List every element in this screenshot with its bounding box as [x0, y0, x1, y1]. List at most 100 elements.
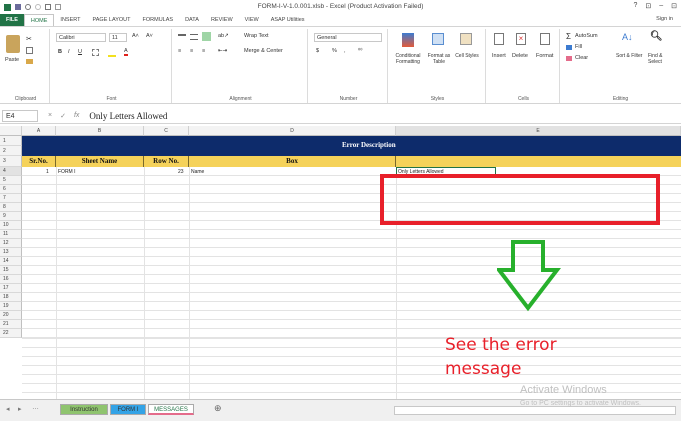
scroll-tabs-right-icon[interactable]: ▸	[18, 405, 22, 413]
cell-b4[interactable]: FORM I	[58, 169, 76, 175]
row-header[interactable]: 20	[0, 311, 22, 320]
cell-styles-button[interactable]: Cell Styles	[454, 53, 480, 59]
align-left-icon[interactable]: ≡	[178, 48, 181, 54]
row-header[interactable]: 17	[0, 284, 22, 293]
font-color-icon[interactable]: A	[124, 48, 128, 56]
format-as-table-button[interactable]: Format as Table	[426, 53, 452, 65]
cell-c4[interactable]: 23	[178, 169, 184, 175]
comma-button[interactable]: ,	[344, 48, 346, 54]
row-header[interactable]: 1	[0, 136, 22, 146]
row-header[interactable]: 2	[0, 146, 22, 156]
sheet-tab-instruction[interactable]: Instruction	[60, 404, 108, 415]
name-box[interactable]: E4	[2, 109, 38, 122]
sign-in-link[interactable]: Sign in	[656, 16, 673, 22]
column-header-d[interactable]: D	[189, 126, 396, 136]
paste-button[interactable]: Paste	[5, 57, 19, 63]
percent-button[interactable]: %	[332, 48, 337, 54]
formula-input[interactable]: Only Letters Allowed	[89, 111, 167, 121]
fill-icon[interactable]	[566, 45, 572, 50]
row-header[interactable]: 9	[0, 212, 22, 221]
clear-icon[interactable]	[566, 56, 572, 61]
align-right-icon[interactable]: ≡	[202, 48, 205, 54]
shrink-font-icon[interactable]: A˅	[146, 33, 153, 39]
tab-view[interactable]: VIEW	[239, 14, 265, 26]
cancel-entry-icon[interactable]: ×	[48, 112, 52, 120]
sheet-tab-messages[interactable]: MESSAGES	[148, 404, 194, 415]
row-header[interactable]: 7	[0, 194, 22, 203]
worksheet-grid[interactable]: A B C D E 1 2 3 4 5 6 7 8 9 10 11 12 13 14 15 16 17 18 19 2…	[0, 126, 681, 399]
sort-filter-button[interactable]: Sort & Filter	[616, 53, 642, 59]
merge-center-button[interactable]: Merge & Center	[244, 48, 283, 54]
minimize-button[interactable]: –	[659, 2, 663, 10]
paste-icon[interactable]	[6, 35, 20, 53]
bold-button[interactable]: B	[58, 49, 62, 55]
autosum-icon[interactable]: Σ	[566, 32, 571, 41]
row-header[interactable]: 12	[0, 239, 22, 248]
italic-button[interactable]: I	[68, 49, 70, 55]
number-format-select[interactable]: General	[314, 33, 382, 42]
row-header[interactable]: 15	[0, 266, 22, 275]
tab-file[interactable]: FILE	[0, 14, 24, 26]
confirm-entry-icon[interactable]: ✓	[60, 112, 66, 120]
cell-d4[interactable]: Name	[191, 169, 204, 175]
insert-cells-button[interactable]: Insert	[492, 53, 506, 59]
scroll-tabs-left-icon[interactable]: ◂	[6, 405, 10, 413]
cell-styles-icon[interactable]	[460, 33, 472, 45]
decimal-icon[interactable]: ⁰⁰	[358, 48, 362, 54]
font-size-select[interactable]: 11	[109, 33, 127, 42]
row-header[interactable]: 18	[0, 293, 22, 302]
format-table-icon[interactable]	[432, 33, 444, 45]
row-header[interactable]: 10	[0, 221, 22, 230]
sort-filter-icon[interactable]: A↓	[622, 32, 633, 42]
tab-page-layout[interactable]: PAGE LAYOUT	[87, 14, 137, 26]
tab-data[interactable]: DATA	[179, 14, 205, 26]
orientation-icon[interactable]: ab↗	[218, 33, 229, 39]
wrap-text-button[interactable]: Wrap Text	[244, 33, 269, 39]
row-header[interactable]: 19	[0, 302, 22, 311]
cell-a4[interactable]: 1	[46, 169, 49, 175]
tab-formulas[interactable]: FORMULAS	[137, 14, 180, 26]
font-name-select[interactable]: Calibri	[56, 33, 106, 42]
ribbon-display-button[interactable]: ⊡	[645, 2, 651, 10]
find-select-icon[interactable]: 🔍︎	[650, 31, 663, 42]
insert-function-icon[interactable]: fx	[74, 112, 79, 120]
row-header[interactable]: 13	[0, 248, 22, 257]
align-center-icon[interactable]: ≡	[190, 48, 193, 54]
row-header[interactable]: 6	[0, 185, 22, 194]
indent-icon[interactable]: ⇤⇥	[218, 48, 227, 54]
insert-cells-icon[interactable]	[494, 33, 504, 45]
new-sheet-icon[interactable]: ⊕	[214, 403, 222, 414]
sheet-tab-form-i[interactable]: FORM I	[110, 404, 146, 415]
align-bottom-icon[interactable]	[202, 32, 211, 41]
tab-home[interactable]: HOME	[23, 14, 55, 26]
align-top-icon[interactable]	[178, 34, 186, 40]
row-header[interactable]: 22	[0, 329, 22, 338]
fill-color-icon[interactable]	[108, 49, 116, 57]
row-header[interactable]: 4	[0, 167, 22, 176]
column-header-e[interactable]: E	[396, 126, 681, 136]
row-header[interactable]: 21	[0, 320, 22, 329]
autosum-button[interactable]: AutoSum	[575, 33, 598, 39]
more-tabs-icon[interactable]: …	[32, 404, 39, 411]
format-cells-button[interactable]: Format	[536, 53, 553, 59]
help-button[interactable]: ?	[633, 2, 637, 10]
row-header[interactable]: 16	[0, 275, 22, 284]
currency-button[interactable]: $	[316, 48, 319, 54]
find-select-button[interactable]: Find & Select	[648, 53, 676, 65]
horizontal-scrollbar[interactable]	[394, 406, 676, 415]
tab-review[interactable]: REVIEW	[205, 14, 239, 26]
column-header-a[interactable]: A	[22, 126, 56, 136]
row-header[interactable]: 5	[0, 176, 22, 185]
conditional-formatting-icon[interactable]	[402, 33, 414, 47]
grow-font-icon[interactable]: A˄	[132, 33, 139, 39]
format-cells-icon[interactable]	[540, 33, 550, 45]
tab-asap-utilities[interactable]: ASAP Utilities	[265, 14, 311, 26]
restore-button[interactable]: ⊡	[671, 2, 677, 10]
copy-icon[interactable]	[26, 47, 33, 54]
column-header-c[interactable]: C	[144, 126, 189, 136]
delete-cells-button[interactable]: Delete	[512, 53, 528, 59]
fill-button[interactable]: Fill	[575, 44, 582, 50]
row-header[interactable]: 3	[0, 156, 22, 167]
tab-insert[interactable]: INSERT	[54, 14, 86, 26]
row-header[interactable]: 14	[0, 257, 22, 266]
